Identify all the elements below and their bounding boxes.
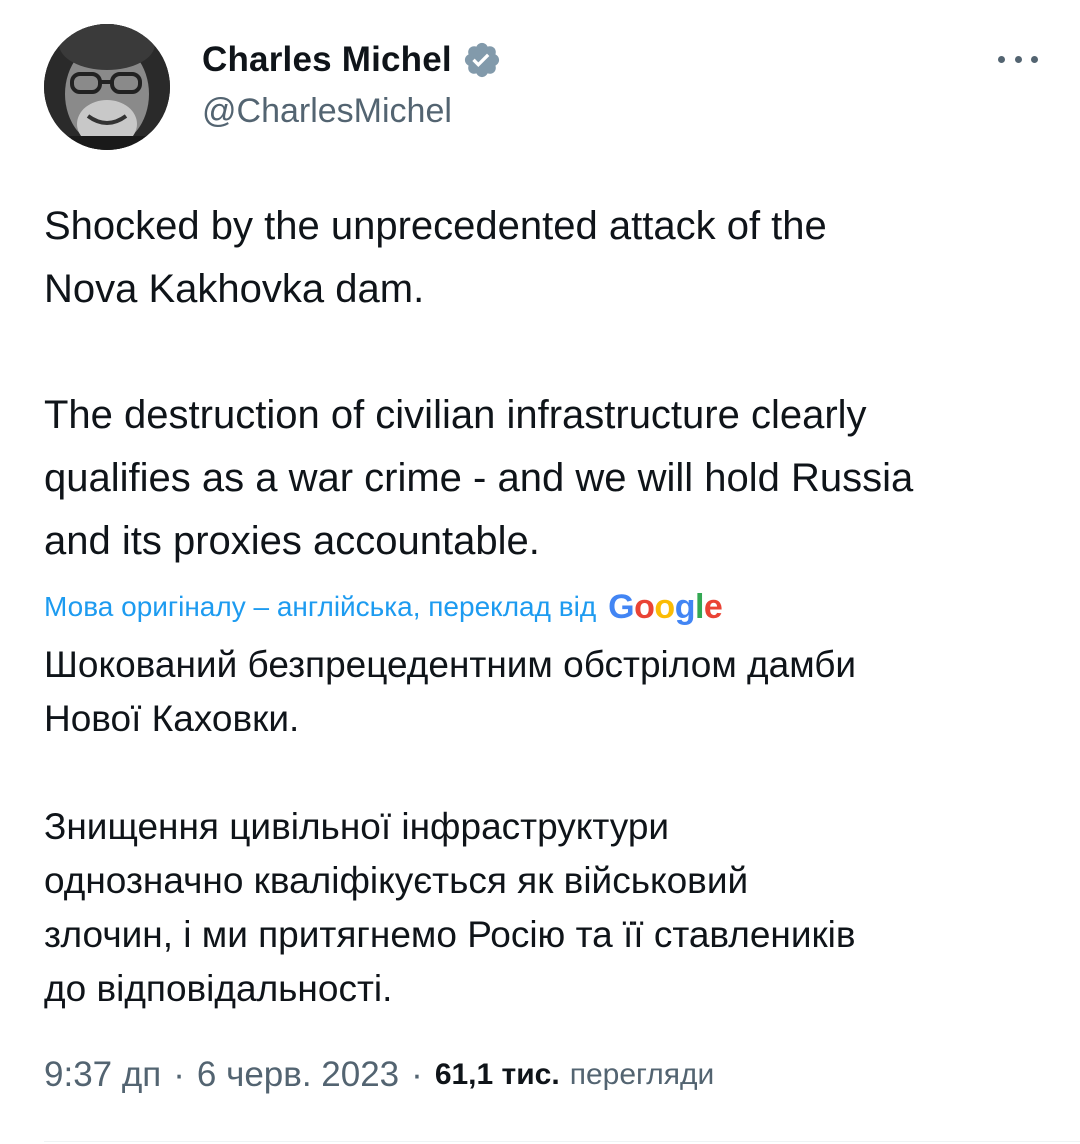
views-label: перегляди	[569, 1058, 715, 1091]
avatar[interactable]	[44, 24, 170, 150]
google-logo: Google	[608, 587, 723, 626]
translation-attribution[interactable]: Мова оригіналу – англійська, переклад ві…	[44, 584, 723, 630]
more-horizontal-icon[interactable]	[998, 44, 1038, 74]
meta-separator: ·	[173, 1055, 185, 1094]
tweet-text: Shocked by the unprecedented attack of t…	[44, 204, 914, 563]
translated-text: Шокований безпрецедентним обстрілом дамб…	[44, 644, 857, 1009]
views-count[interactable]: 61,1 тис.	[435, 1058, 560, 1092]
meta-separator: ·	[411, 1055, 423, 1094]
author-name[interactable]: Charles Michel	[202, 40, 452, 80]
more-dot	[1014, 55, 1022, 63]
tweet-time[interactable]: 9:37 дп	[44, 1055, 161, 1095]
tweet-date[interactable]: 6 черв. 2023	[197, 1055, 399, 1095]
avatar-image	[44, 24, 170, 150]
author-handle[interactable]: @CharlesMichel	[202, 92, 452, 131]
translation-label[interactable]: Мова оригіналу – англійська, переклад ві…	[44, 591, 596, 623]
author-name-row: Charles Michel	[202, 38, 502, 82]
divider	[44, 1141, 1080, 1142]
tweet-meta: 9:37 дп · 6 черв. 2023 · 61,1 тис. перег…	[44, 1050, 714, 1100]
more-dot	[1031, 55, 1038, 63]
verified-badge-icon[interactable]	[462, 40, 502, 80]
more-dot	[998, 55, 1005, 63]
